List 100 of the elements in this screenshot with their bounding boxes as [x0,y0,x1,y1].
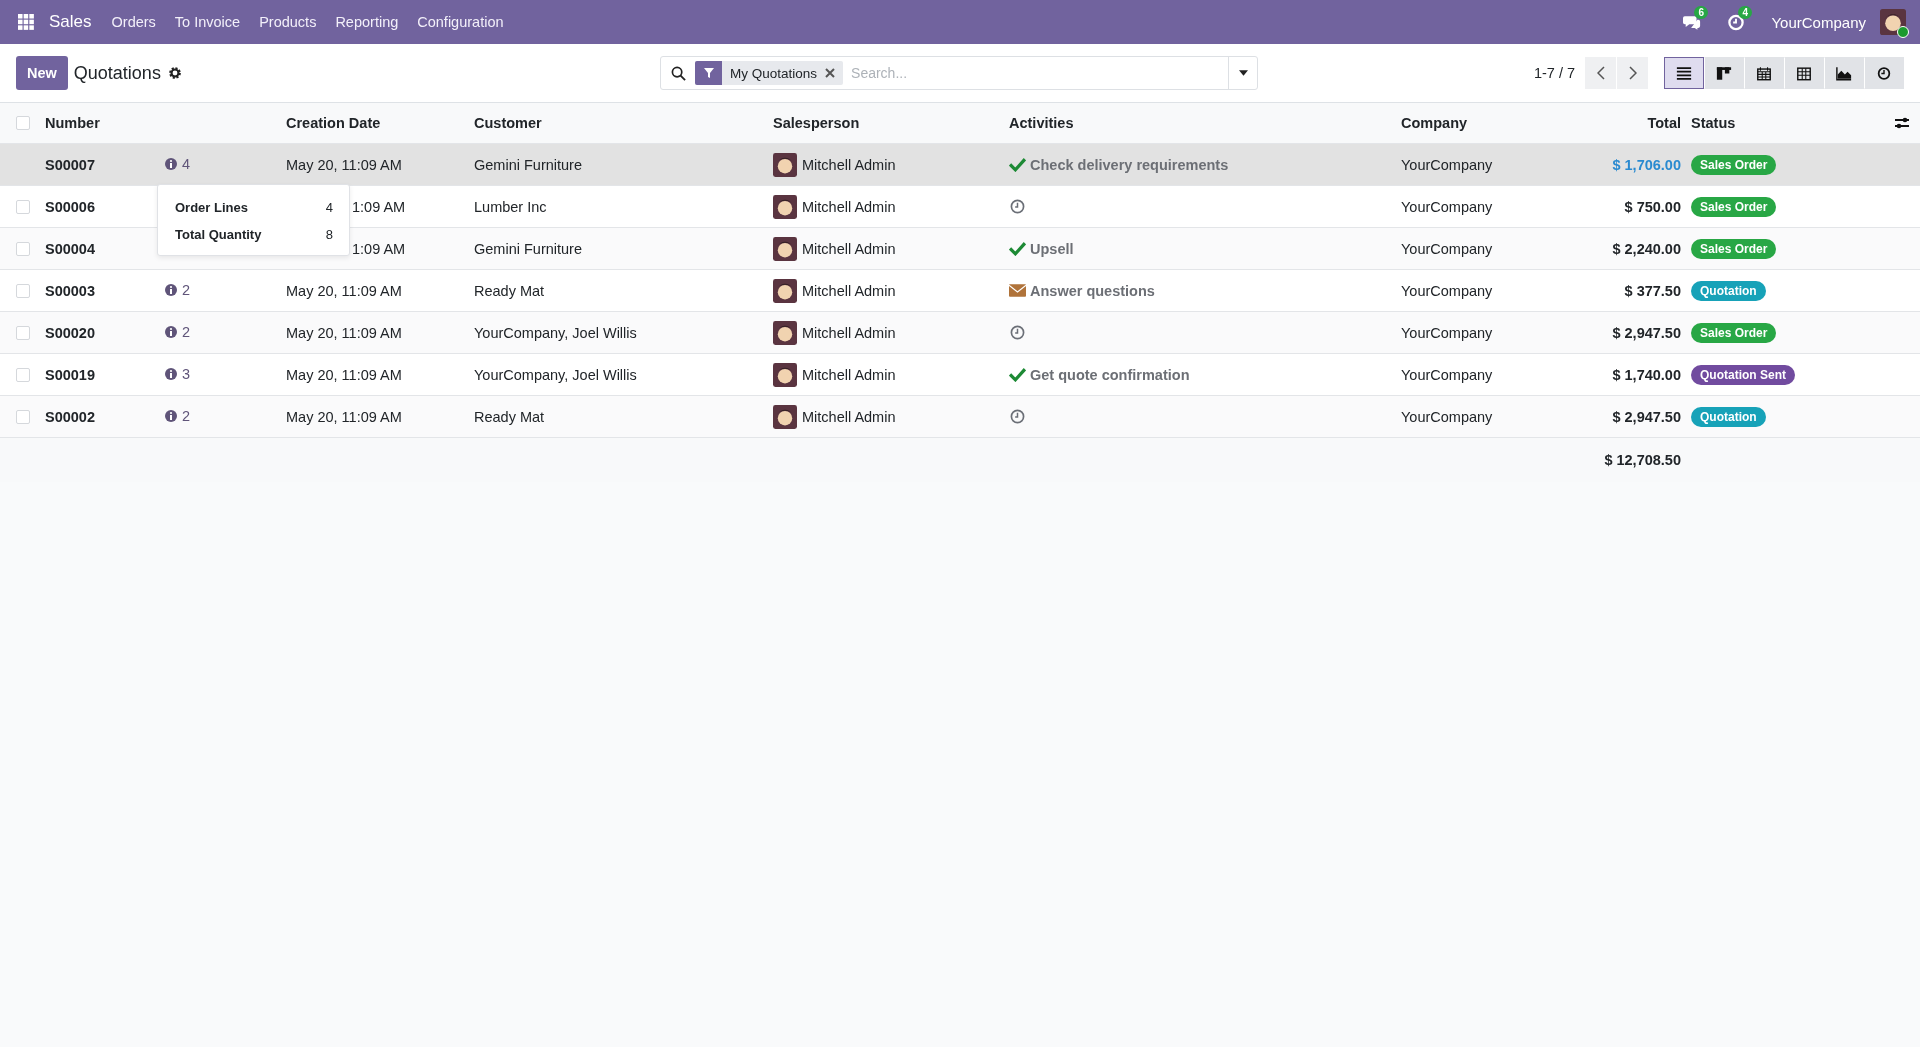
column-header[interactable]: Activities [1009,115,1401,131]
app-name[interactable]: Sales [49,12,92,32]
table-cell: Mitchell Admin [802,156,896,173]
table-cell: Gemini Furniture [474,240,582,257]
check-icon[interactable] [1009,241,1026,256]
info-icon[interactable] [165,284,177,296]
column-header[interactable]: Status [1681,115,1736,131]
row-checkbox[interactable] [15,199,30,214]
check-icon[interactable] [1009,157,1026,172]
table-cell: S00006 [45,198,95,215]
table-row[interactable]: S00019 3 May 20, 11:09 AM YourCompany, Joel Willis Mitchell Admin Get quote confirmation YourCompany $ 1,740.00 Quotation Sent [0,354,1920,396]
order-line-count: 4 [182,156,191,172]
filter-facet[interactable]: My Quotations [695,61,844,85]
page-title: Quotations [73,62,161,84]
calendar-icon [1756,65,1772,81]
table-cell: Mitchell Admin [802,240,896,257]
info-icon[interactable] [165,368,177,380]
column-header[interactable]: Customer [474,115,773,131]
tooltip-label: Order Lines [175,200,248,215]
clock-icon[interactable] [1009,325,1026,340]
column-options-icon[interactable] [1894,116,1910,130]
info-icon[interactable] [165,410,177,422]
close-icon[interactable] [825,68,836,78]
table-cell: S00004 [45,240,95,257]
row-checkbox[interactable] [15,367,30,382]
table-cell: YourCompany [1401,324,1493,341]
table-cell: Mitchell Admin [802,408,896,425]
next-page-button[interactable] [1616,57,1648,89]
table-cell: S00020 [45,324,95,341]
activity-count-badge: 4 [1738,5,1753,19]
kanban-icon [1716,65,1732,81]
tooltip-value: 4 [325,200,333,215]
salesperson-avatar [773,278,797,303]
column-header[interactable]: Total [1551,115,1681,131]
activity-summary[interactable]: Answer questions [1030,282,1155,299]
menu-item[interactable]: Reporting [335,14,399,30]
settings-icon[interactable] [167,66,182,80]
select-all-checkbox[interactable] [15,116,30,130]
menu-item[interactable]: To Invoice [174,14,241,30]
column-header[interactable]: Company [1401,115,1551,131]
table-cell: Mitchell Admin [802,198,896,215]
table-row[interactable]: S00007 4 May 20, 11:09 AM Gemini Furniture Mitchell Admin Check delivery requirements YourCompany $ 1,706.00 Sales Order [0,144,1920,186]
table-cell: S00002 [45,408,95,425]
envelope-icon[interactable] [1009,283,1026,298]
table-grid-icon [1796,65,1812,81]
message-count-badge: 6 [1694,5,1709,19]
tooltip-value: 8 [325,227,333,242]
status-badge: Quotation [1691,406,1766,427]
table-cell: Mitchell Admin [802,324,896,341]
table-cell: YourCompany [1401,408,1493,425]
search-field[interactable]: My Quotations Search... [660,56,1258,90]
table-cell: Mitchell Admin [802,282,896,299]
new-button[interactable]: New [16,56,68,90]
table-cell: $ 377.50 [1624,282,1681,299]
table-cell: May 20, 11:09 AM [286,366,402,383]
table-cell: S00007 [45,156,95,173]
table-cell: YourCompany [1401,156,1493,173]
column-header[interactable]: Salesperson [773,115,1009,131]
row-checkbox[interactable] [15,283,30,298]
table-row[interactable]: S00003 2 May 20, 11:09 AM Ready Mat Mitchell Admin Answer questions YourCompany $ 377.50 Quotation [0,270,1920,312]
table-cell: $ 1,706.00 [1612,156,1681,173]
previous-page-button[interactable] [1584,57,1616,89]
view-switch-button[interactable] [1664,57,1704,89]
status-badge: Sales Order [1691,238,1777,259]
table-cell: YourCompany [1401,198,1493,215]
table-cell: $ 750.00 [1624,198,1681,215]
table-cell: Mitchell Admin [802,366,896,383]
table-cell: May 20, 11:09 AM [286,408,402,425]
row-checkbox[interactable] [15,409,30,424]
column-header[interactable]: Creation Date [286,115,474,131]
order-line-count: 2 [182,324,191,340]
column-header[interactable]: Number [45,115,165,131]
check-icon[interactable] [1009,367,1026,382]
activity-summary[interactable]: Check delivery requirements [1030,156,1229,173]
info-icon[interactable] [165,326,177,338]
apps-menu-icon[interactable] [18,13,35,31]
status-badge: Sales Order [1691,196,1777,217]
tooltip-label: Total Quantity [175,227,262,242]
menu-item[interactable]: Configuration [417,14,504,30]
chevron-left-icon [1596,66,1605,80]
table-cell: 1:09 AM [352,198,406,215]
table-cell: S00003 [45,282,95,299]
activity-summary[interactable]: Upsell [1030,240,1074,257]
row-checkbox[interactable] [15,325,30,340]
clock-icon[interactable] [1009,409,1026,424]
table-cell: YourCompany, Joel Willis [474,324,637,341]
menu-item[interactable]: Products [259,14,317,30]
table-cell: YourCompany, Joel Willis [474,366,637,383]
activity-summary[interactable]: Get quote confirmation [1030,366,1190,383]
company-name[interactable]: YourCompany [1771,13,1866,31]
status-badge: Sales Order [1691,322,1777,343]
status-badge: Quotation [1691,280,1766,301]
info-icon[interactable] [165,158,177,170]
row-checkbox[interactable] [15,241,30,256]
clock-icon [1876,65,1892,81]
clock-icon[interactable] [1009,199,1026,214]
salesperson-avatar [773,404,797,429]
menu-item[interactable]: Orders [111,14,156,30]
table-cell: May 20, 11:09 AM [286,324,402,341]
table-cell: 1:09 AM [352,240,406,257]
